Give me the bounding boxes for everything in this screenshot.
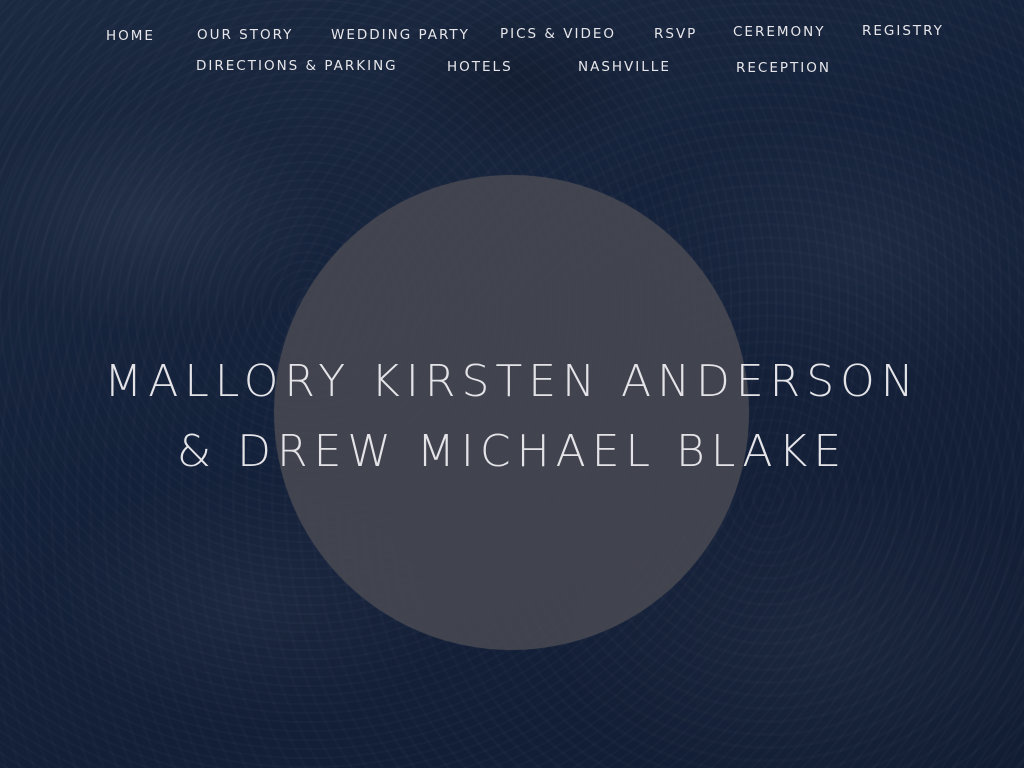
nav-home[interactable]: HOME <box>106 28 155 44</box>
nav-hotels[interactable]: HOTELS <box>447 59 513 75</box>
nav-wedding-party[interactable]: WEDDING PARTY <box>331 27 470 43</box>
nav-pics-video[interactable]: PICS & VIDEO <box>500 26 616 42</box>
nav-directions-parking[interactable]: DIRECTIONS & PARKING <box>196 58 398 74</box>
nav-our-story[interactable]: OUR STORY <box>197 27 293 43</box>
nav-registry[interactable]: REGISTRY <box>862 23 944 39</box>
hero-title-line2: & DREW MICHAEL BLAKE <box>176 426 848 477</box>
hero-title-line1: MALLORY KIRSTEN ANDERSON <box>104 356 920 407</box>
nav-reception[interactable]: RECEPTION <box>736 60 831 76</box>
hero-circle <box>274 175 749 650</box>
nav-rsvp[interactable]: RSVP <box>654 26 697 42</box>
nav-nashville[interactable]: NASHVILLE <box>578 59 671 75</box>
nav-ceremony[interactable]: CEREMONY <box>733 24 826 40</box>
